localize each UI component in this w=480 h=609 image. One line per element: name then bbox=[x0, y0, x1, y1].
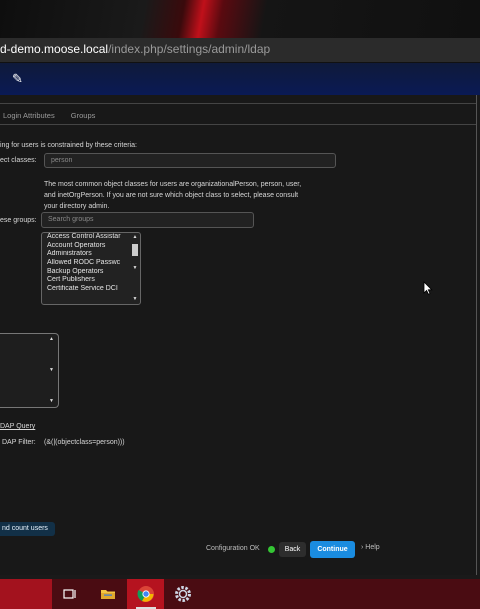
url-host: d-demo.moose.local bbox=[0, 42, 109, 56]
list-item[interactable]: Certificate Service DCI bbox=[42, 285, 132, 294]
search-groups-input[interactable]: Search groups bbox=[41, 212, 254, 228]
edit-ldap-query-link[interactable]: DAP Query bbox=[0, 423, 35, 430]
object-classes-label: ect classes: bbox=[0, 157, 37, 164]
ldap-settings-panel: Login Attributes Groups ing for users is… bbox=[0, 95, 477, 575]
object-classes-hint: The most common object classes for users… bbox=[44, 181, 302, 210]
ldap-filter-value: (&(|(objectclass=person))) bbox=[44, 439, 125, 446]
object-classes-select[interactable]: person bbox=[44, 153, 336, 168]
scroll-up-icon[interactable]: ▲ bbox=[131, 234, 139, 240]
tab-groups[interactable]: Groups bbox=[71, 111, 96, 120]
url-text[interactable]: d-demo.moose.local/index.php/settings/ad… bbox=[0, 42, 270, 56]
groups-label: ese groups: bbox=[0, 217, 37, 224]
pencil-icon[interactable]: ✎ bbox=[12, 71, 23, 87]
desktop-wallpaper bbox=[0, 0, 480, 38]
list-item[interactable]: Access Control Assistar bbox=[42, 233, 132, 242]
tab-bar: Login Attributes Groups bbox=[3, 111, 109, 120]
object-classes-value: person bbox=[51, 157, 73, 164]
chevron-down-icon[interactable]: ▼ bbox=[49, 367, 54, 373]
help-icon: › bbox=[361, 544, 364, 551]
task-view-icon[interactable] bbox=[60, 584, 80, 604]
search-groups-placeholder: Search groups bbox=[48, 216, 94, 223]
app-header: ✎ bbox=[0, 63, 480, 95]
back-button[interactable]: Back bbox=[279, 542, 306, 557]
mouse-pointer-icon bbox=[423, 281, 433, 300]
file-explorer-icon[interactable] bbox=[98, 584, 118, 604]
scrollbar-thumb[interactable] bbox=[132, 244, 138, 256]
status-indicator bbox=[268, 546, 275, 553]
divider bbox=[0, 124, 476, 125]
list-item[interactable]: Allowed RODC Passwc bbox=[42, 259, 132, 268]
chevron-down-icon[interactable]: ▼ bbox=[131, 265, 139, 271]
taskbar-search-area[interactable] bbox=[0, 579, 52, 609]
groups-list[interactable]: Access Control Assistar Account Operator… bbox=[41, 232, 141, 305]
help-label: Help bbox=[365, 544, 380, 551]
list-item[interactable]: Account Operators bbox=[42, 242, 132, 251]
tab-login-attributes[interactable]: Login Attributes bbox=[3, 111, 55, 120]
list-item[interactable]: Backup Operators bbox=[42, 268, 132, 277]
url-path: /index.php/settings/admin/ldap bbox=[108, 42, 271, 56]
scroll-up-icon[interactable]: ▲ bbox=[49, 336, 54, 342]
settings-icon[interactable] bbox=[173, 584, 193, 604]
chrome-icon[interactable] bbox=[136, 584, 156, 604]
scroll-down-icon[interactable]: ▼ bbox=[131, 296, 139, 302]
list-item[interactable]: Cert Publishers bbox=[42, 276, 132, 285]
configuration-status: Configuration OK bbox=[206, 545, 260, 552]
continue-button[interactable]: Continue bbox=[310, 541, 355, 558]
divider bbox=[0, 103, 476, 104]
help-link[interactable]: › Help bbox=[361, 544, 380, 551]
address-bar[interactable]: d-demo.moose.local/index.php/settings/ad… bbox=[0, 38, 480, 63]
criteria-text: ing for users is constrained by these cr… bbox=[0, 142, 137, 149]
verify-count-users-button[interactable]: nd count users bbox=[0, 522, 55, 536]
taskbar bbox=[0, 579, 480, 609]
scroll-down-icon[interactable]: ▼ bbox=[49, 398, 54, 404]
list-item[interactable]: Administrators bbox=[42, 250, 132, 259]
ldap-filter-label: DAP Filter: bbox=[2, 439, 36, 446]
selected-groups-list[interactable]: ▲ ▼ ▼ bbox=[0, 333, 59, 408]
groups-scrollbar[interactable]: ▲ ▼ ▼ bbox=[131, 234, 139, 303]
